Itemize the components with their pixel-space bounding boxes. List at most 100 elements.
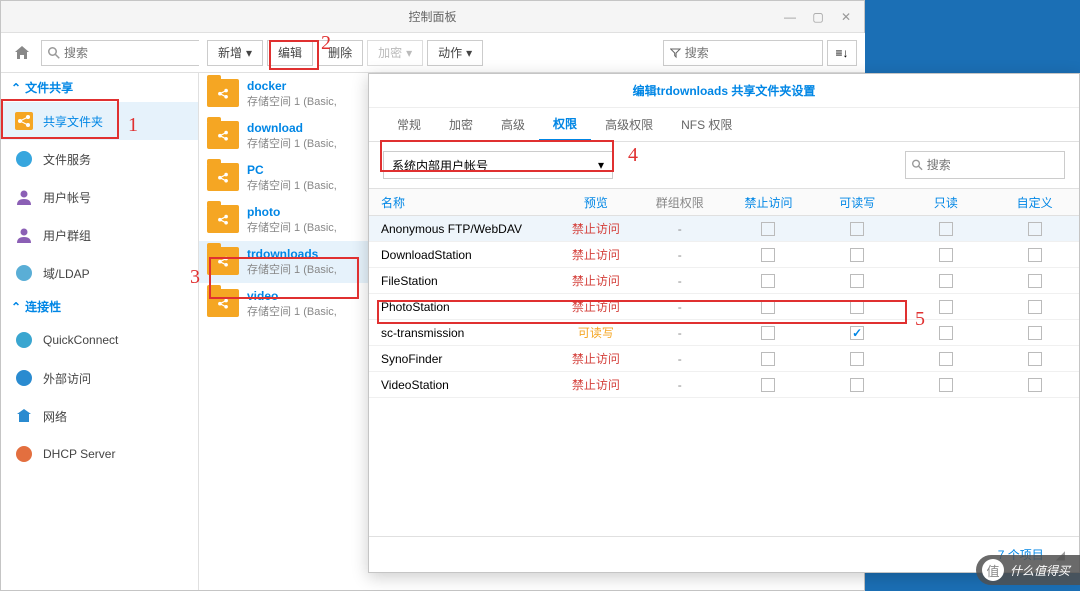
col-readonly[interactable]: 只读 — [902, 194, 991, 211]
cell-custom[interactable] — [990, 221, 1079, 236]
encrypt-button[interactable]: 加密▾ — [367, 40, 423, 66]
sidebar-item-label: 共享文件夹 — [43, 113, 103, 130]
global-search[interactable] — [41, 40, 201, 66]
filter-row: 系统内部用户帐号 ▾ — [369, 142, 1079, 188]
table-row[interactable]: sc-transmission可读写- — [369, 320, 1079, 346]
folder-item[interactable]: docker存储空间 1 (Basic, — [199, 73, 369, 115]
cell-noaccess[interactable] — [724, 221, 813, 236]
edit-button[interactable]: 编辑 — [267, 40, 313, 66]
cell-noaccess[interactable] — [724, 325, 813, 340]
cell-group: - — [635, 222, 724, 236]
cell-noaccess[interactable] — [724, 273, 813, 288]
tab[interactable]: 高级 — [487, 108, 539, 142]
sidebar-item[interactable]: 域/LDAP — [1, 254, 198, 292]
delete-button[interactable]: 删除 — [317, 40, 363, 66]
col-noaccess[interactable]: 禁止访问 — [724, 194, 813, 211]
tab[interactable]: 权限 — [539, 108, 591, 142]
minimize-icon[interactable]: — — [780, 7, 800, 27]
cell-readwrite[interactable] — [813, 377, 902, 392]
folder-desc: 存储空间 1 (Basic, — [247, 261, 337, 277]
dialog-search[interactable] — [905, 151, 1065, 179]
cell-custom[interactable] — [990, 377, 1079, 392]
sidebar-item[interactable]: 网络 — [1, 397, 198, 435]
sidebar-item[interactable]: QuickConnect — [1, 321, 198, 359]
sidebar-item[interactable]: 外部访问 — [1, 359, 198, 397]
sidebar-item[interactable]: 用户帐号 — [1, 178, 198, 216]
folder-item[interactable]: download存储空间 1 (Basic, — [199, 115, 369, 157]
cell-readonly[interactable] — [902, 221, 991, 236]
cell-readonly[interactable] — [902, 273, 991, 288]
watermark: 值 什么值得买 — [976, 555, 1080, 585]
col-preview[interactable]: 预览 — [556, 194, 635, 211]
cell-readwrite[interactable] — [813, 221, 902, 236]
cell-noaccess[interactable] — [724, 377, 813, 392]
cell-noaccess[interactable] — [724, 247, 813, 262]
sidebar-item[interactable]: 共享文件夹 — [1, 102, 198, 140]
home-button[interactable] — [9, 40, 35, 66]
cell-noaccess[interactable] — [724, 351, 813, 366]
cell-custom[interactable] — [990, 351, 1079, 366]
cell-readonly[interactable] — [902, 351, 991, 366]
folder-item[interactable]: video存储空间 1 (Basic, — [199, 283, 369, 325]
cell-group: - — [635, 274, 724, 288]
folder-item[interactable]: photo存储空间 1 (Basic, — [199, 199, 369, 241]
tab[interactable]: 高级权限 — [591, 108, 667, 142]
sort-button[interactable]: ≡↓ — [827, 40, 857, 66]
cell-custom[interactable] — [990, 273, 1079, 288]
tab[interactable]: 常规 — [383, 108, 435, 142]
dialog-search-input[interactable] — [927, 158, 1058, 172]
cell-readonly[interactable] — [902, 377, 991, 392]
cell-readwrite[interactable] — [813, 299, 902, 314]
sidebar-item[interactable]: DHCP Server — [1, 435, 198, 473]
folder-item[interactable]: trdownloads存储空间 1 (Basic, — [199, 241, 369, 283]
cell-group: - — [635, 378, 724, 392]
cell-noaccess[interactable] — [724, 299, 813, 314]
folder-desc: 存储空间 1 (Basic, — [247, 93, 337, 109]
table-row[interactable]: PhotoStation禁止访问- — [369, 294, 1079, 320]
sidebar-item[interactable]: 用户群组 — [1, 216, 198, 254]
cell-name: VideoStation — [369, 378, 556, 392]
close-icon[interactable]: ✕ — [836, 7, 856, 27]
cell-custom[interactable] — [990, 325, 1079, 340]
filter-input[interactable] — [685, 46, 816, 60]
table-row[interactable]: Anonymous FTP/WebDAV禁止访问- — [369, 216, 1079, 242]
cell-readonly[interactable] — [902, 247, 991, 262]
cell-preview: 禁止访问 — [556, 298, 635, 315]
cell-custom[interactable] — [990, 247, 1079, 262]
action-button[interactable]: 动作▾ — [427, 40, 483, 66]
cell-readwrite[interactable] — [813, 351, 902, 366]
cell-readonly[interactable] — [902, 299, 991, 314]
folder-desc: 存储空间 1 (Basic, — [247, 177, 337, 193]
sidebar-header-fileshare[interactable]: ⌃文件共享 — [1, 73, 198, 102]
folder-name: docker — [247, 79, 337, 93]
share-folder-icon — [207, 205, 239, 233]
col-readwrite[interactable]: 可读写 — [813, 194, 902, 211]
titlebar: 控制面板 — ▢ ✕ — [1, 1, 864, 33]
new-button[interactable]: 新增▾ — [207, 40, 263, 66]
cell-custom[interactable] — [990, 299, 1079, 314]
maximize-icon[interactable]: ▢ — [808, 7, 828, 27]
cell-name: FileStation — [369, 274, 556, 288]
cell-group: - — [635, 300, 724, 314]
tab[interactable]: 加密 — [435, 108, 487, 142]
folder-item[interactable]: PC存储空间 1 (Basic, — [199, 157, 369, 199]
cell-group: - — [635, 326, 724, 340]
table-row[interactable]: SynoFinder禁止访问- — [369, 346, 1079, 372]
watermark-text: 什么值得买 — [1010, 562, 1070, 579]
col-group[interactable]: 群组权限 — [635, 194, 724, 211]
search-input[interactable] — [64, 46, 194, 60]
sidebar-item[interactable]: 文件服务 — [1, 140, 198, 178]
cell-readwrite[interactable] — [813, 325, 902, 340]
sidebar-header-connectivity[interactable]: ⌃连接性 — [1, 292, 198, 321]
col-custom[interactable]: 自定义 — [990, 194, 1079, 211]
cell-readonly[interactable] — [902, 325, 991, 340]
user-type-select[interactable]: 系统内部用户帐号 ▾ — [383, 151, 613, 179]
cell-readwrite[interactable] — [813, 273, 902, 288]
table-row[interactable]: DownloadStation禁止访问- — [369, 242, 1079, 268]
tab[interactable]: NFS 权限 — [667, 108, 746, 142]
col-name[interactable]: 名称 — [369, 194, 556, 211]
table-row[interactable]: FileStation禁止访问- — [369, 268, 1079, 294]
toolbar-filter[interactable] — [663, 40, 823, 66]
cell-readwrite[interactable] — [813, 247, 902, 262]
table-row[interactable]: VideoStation禁止访问- — [369, 372, 1079, 398]
